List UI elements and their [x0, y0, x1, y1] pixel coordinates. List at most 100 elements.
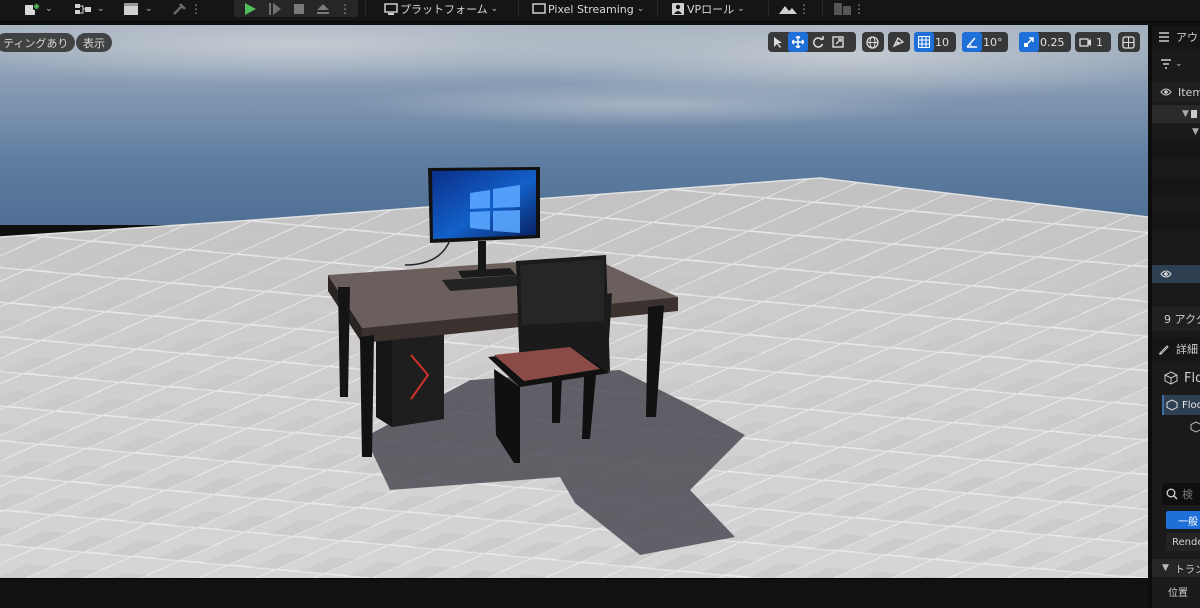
outliner-row-world[interactable]: ▼: [1152, 105, 1200, 123]
scale-icon: [832, 36, 844, 48]
details-title: 詳細: [1176, 343, 1198, 356]
category-render-button[interactable]: Rende: [1166, 533, 1200, 551]
show-menu-button[interactable]: 表示: [76, 33, 112, 52]
search-icon: [1166, 488, 1178, 500]
outliner-row[interactable]: [1152, 177, 1200, 195]
scale-tool-button[interactable]: [828, 32, 848, 52]
build-button[interactable]: ⋮: [170, 0, 202, 18]
search-placeholder: 検: [1182, 488, 1193, 501]
rotation-snap-control[interactable]: 10°: [962, 32, 1008, 52]
coordinate-system-button[interactable]: [862, 32, 884, 52]
category-render-label: Rende: [1172, 536, 1200, 548]
outliner-tab[interactable]: アウ: [1152, 25, 1200, 49]
more-options-icon[interactable]: ⋮: [190, 2, 202, 16]
toolbar-divider: [657, 1, 658, 17]
outliner-row[interactable]: [1152, 141, 1200, 159]
category-general-button[interactable]: 一般: [1166, 511, 1200, 529]
world-icon: [1190, 110, 1197, 118]
eject-button[interactable]: [312, 0, 334, 17]
pencil-icon: [1159, 345, 1169, 355]
outliner-row-folder[interactable]: ▼: [1152, 123, 1200, 141]
globe-icon: [862, 32, 882, 52]
more-options-icon[interactable]: ⋮: [798, 2, 810, 16]
scale-snap-icon: [1019, 32, 1039, 52]
eject-icon: [317, 3, 329, 14]
grid-snap-value: 10: [935, 35, 949, 49]
add-actor-icon: [25, 3, 40, 15]
surface-snap-icon: [888, 32, 908, 52]
cloud: [350, 83, 950, 127]
vp-role-menu[interactable]: VPロール ⌄: [671, 0, 745, 18]
landscape-tool-button[interactable]: ⋮: [778, 0, 810, 18]
toolbar-divider: [365, 1, 366, 17]
landscape-icon: [779, 6, 797, 14]
scale-snap-control[interactable]: 0.25: [1019, 32, 1071, 52]
grid-snap-control[interactable]: 10: [914, 32, 956, 52]
platform-icon: [384, 3, 398, 15]
step-forward-icon: [269, 2, 281, 15]
outliner-row[interactable]: [1152, 159, 1200, 177]
toolbar-divider: [768, 1, 769, 17]
play-button[interactable]: [238, 0, 262, 17]
lighting-mode-label: ティングあり: [3, 36, 69, 50]
eye-icon[interactable]: [1160, 87, 1172, 97]
more-options-icon[interactable]: ⋮: [853, 2, 865, 16]
expand-arrow-icon[interactable]: ▼: [1192, 127, 1199, 137]
category-general-label: 一般: [1178, 516, 1198, 528]
component-row-selected[interactable]: Floo: [1162, 395, 1200, 415]
selected-actor-header: Flo: [1152, 365, 1200, 391]
selected-actor-name: Flo: [1184, 370, 1200, 386]
status-bar: [0, 578, 1148, 608]
select-tool-button[interactable]: [768, 32, 788, 52]
outliner-row[interactable]: [1152, 231, 1200, 249]
rotate-tool-button[interactable]: [808, 32, 828, 52]
collapse-arrow-icon[interactable]: ▼: [1162, 563, 1169, 573]
static-mesh-icon: [1164, 371, 1178, 385]
outliner-column-item: Item: [1178, 85, 1200, 99]
camera-speed-control[interactable]: 1: [1075, 32, 1111, 52]
outliner-row-selected[interactable]: [1152, 265, 1200, 283]
outliner-filter-button[interactable]: ⌄: [1152, 53, 1200, 75]
viewport-layout-button[interactable]: [1118, 32, 1140, 52]
outliner-row[interactable]: [1152, 195, 1200, 213]
transform-section-header[interactable]: ▼ トラン: [1152, 559, 1200, 577]
user-role-icon: [672, 3, 684, 15]
toolbar-divider: [518, 1, 519, 17]
add-content-button[interactable]: ⌄: [24, 0, 53, 18]
details-tab[interactable]: 詳細: [1152, 337, 1200, 361]
play-options-button[interactable]: ⋮: [338, 0, 352, 17]
outliner-row[interactable]: [1152, 213, 1200, 231]
viewport-scene[interactable]: [0, 25, 1148, 578]
location-row: 位置: [1152, 581, 1200, 601]
chevron-down-icon: ⌄: [145, 4, 153, 14]
move-tool-button[interactable]: [788, 32, 808, 52]
cinematics-button[interactable]: ⌄: [122, 0, 153, 18]
chevron-down-icon: ⌄: [97, 4, 105, 14]
more-options-icon: ⋮: [339, 1, 351, 16]
platform-menu[interactable]: プラットフォーム ⌄: [384, 0, 498, 18]
snap-blueprint-button[interactable]: ⌄: [74, 0, 105, 18]
step-button[interactable]: [264, 0, 286, 17]
layout-grid-icon: [1118, 32, 1138, 52]
expand-arrow-icon[interactable]: ▼: [1182, 109, 1189, 119]
transform-section-title: トラン: [1174, 564, 1200, 576]
stop-icon: [294, 3, 304, 14]
vp-role-label: VPロール: [687, 3, 735, 16]
source-control-button[interactable]: ⋮: [833, 0, 865, 18]
stop-button[interactable]: [288, 0, 310, 17]
outliner-list-icon: [1159, 32, 1169, 42]
pixel-streaming-menu[interactable]: Pixel Streaming ⌄: [532, 0, 644, 18]
filter-icon: [1161, 59, 1171, 69]
pixel-streaming-label: Pixel Streaming: [548, 2, 634, 16]
rotate-icon: [813, 36, 824, 48]
angle-icon: [962, 32, 982, 52]
chevron-down-icon: ⌄: [490, 4, 499, 14]
surface-snap-button[interactable]: [888, 32, 910, 52]
grid-icon: [914, 32, 934, 52]
component-row[interactable]: [1152, 417, 1200, 437]
eye-icon[interactable]: [1160, 269, 1172, 279]
details-search-input[interactable]: 検: [1162, 483, 1200, 505]
lighting-mode-button[interactable]: ティングあり: [0, 33, 76, 52]
level-viewport[interactable]: ティングあり 表示 10 10° 0.25 1: [0, 25, 1148, 578]
toolbar-divider: [822, 1, 823, 17]
